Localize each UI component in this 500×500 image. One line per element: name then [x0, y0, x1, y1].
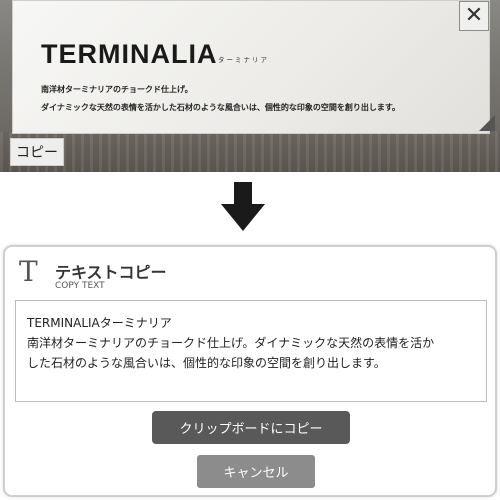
copy-button[interactable]: コピー — [10, 138, 64, 166]
copy-text-area[interactable]: TERMINALIAターミナリア 南洋材ターミナリアのチョークド仕上げ。ダイナミ… — [15, 300, 487, 402]
wood-background — [0, 132, 500, 172]
product-text-card: TERMINALIA ターミナリア 南洋材ターミナリアのチョークド仕上げ。 ダイ… — [12, 0, 495, 134]
text-icon: T — [19, 255, 38, 288]
close-button[interactable]: ✕ — [459, 1, 489, 31]
text-copy-dialog: T テキストコピー COPY TEXT TERMINALIAターミナリア 南洋材… — [3, 245, 497, 497]
dialog-title: テキストコピー — [55, 263, 167, 282]
copy-to-clipboard-button[interactable]: クリップボードにコピー — [152, 411, 350, 444]
description-line-2: ダイナミックな天然の表情を活かした石材のような風合いは、個性的な印象の空間を創り… — [41, 103, 401, 112]
text-line: 南洋材ターミナリアのチョークド仕上げ。ダイナミックな天然の表情を活か — [27, 336, 435, 350]
description-line-1: 南洋材ターミナリアのチョークド仕上げ。 — [41, 85, 193, 94]
text-line: TERMINALIAターミナリア — [27, 316, 172, 330]
dialog-subtitle: COPY TEXT — [55, 281, 105, 291]
cancel-button[interactable]: キャンセル — [197, 455, 315, 488]
brand-title: TERMINALIA — [41, 39, 218, 69]
brand-kana: ターミナリア — [218, 56, 269, 64]
resize-handle-icon[interactable] — [479, 115, 495, 131]
close-icon: ✕ — [464, 3, 484, 28]
text-line: した石材のような風合いは、個性的な印象の空間を創り出します。 — [27, 356, 386, 370]
down-arrow-icon — [221, 182, 265, 231]
preview-panel: TERMINALIA ターミナリア 南洋材ターミナリアのチョークド仕上げ。 ダイ… — [0, 0, 500, 172]
